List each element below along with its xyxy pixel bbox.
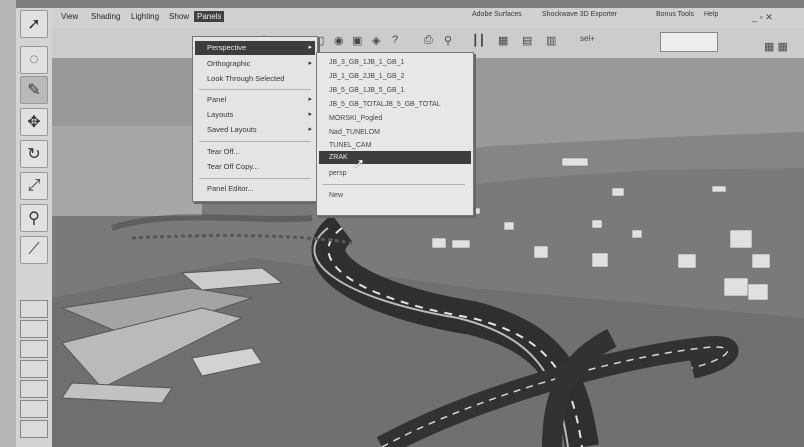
submenu-arrow-icon: ▸	[308, 96, 312, 103]
menu-separator	[199, 141, 311, 142]
paint-icon[interactable]: ✎	[20, 76, 48, 104]
camera-item[interactable]: Nad_TUNELOM	[329, 129, 380, 136]
outliner-icon[interactable]: ▥	[546, 34, 556, 47]
camera-icon[interactable]: ⎙	[424, 34, 433, 47]
graph-icon[interactable]: ▦	[498, 34, 508, 47]
camera-item[interactable]: MORSKI_Pogled	[329, 115, 382, 122]
move-icon[interactable]: ✥	[20, 108, 48, 136]
layout-stack-icon[interactable]	[20, 380, 48, 398]
submenu-arrow-icon: ▸	[308, 60, 312, 67]
layout-outliner-icon[interactable]	[20, 400, 48, 418]
layout-quad-icon[interactable]	[20, 320, 48, 338]
menu-help[interactable]: Help	[704, 11, 718, 18]
manipulator-icon[interactable]: ⚲	[20, 204, 48, 232]
select-arrow-icon[interactable]: ➚	[20, 10, 48, 38]
window-controls-icon[interactable]: _ ▫ ✕	[752, 12, 773, 23]
measure-icon[interactable]: ⟋	[20, 236, 48, 264]
menu-separator	[323, 184, 465, 185]
menu-item-saved-layouts[interactable]: Saved Layouts	[207, 125, 257, 134]
menu-bonus-tools[interactable]: Bonus Tools	[656, 11, 694, 18]
camera-item[interactable]: JB_1_GB_2JB_1_GB_2	[329, 73, 405, 80]
menu-separator	[199, 89, 311, 90]
camera-item[interactable]: JB_3_GB_1JB_1_GB_1	[329, 59, 405, 66]
scale-icon[interactable]: ⤢	[20, 172, 48, 200]
monitor-bezel	[0, 0, 16, 447]
selection-input[interactable]	[660, 32, 718, 52]
history-icon[interactable]: ◉	[334, 34, 344, 47]
layout-single-icon[interactable]	[20, 300, 48, 318]
panel-layout-icon[interactable]: ▦ ▦	[764, 40, 788, 53]
panels-menu: Perspective ▸ Orthographic ▸ Look Throug…	[192, 36, 318, 202]
camera-item-selected[interactable]: ZRAK	[329, 154, 348, 161]
menu-item-perspective[interactable]: Perspective	[207, 43, 246, 52]
help-question-icon[interactable]: ?	[392, 34, 398, 46]
layout-graph-icon[interactable]	[20, 420, 48, 438]
toolbox: ➚ ◌ ✎ ✥ ↻ ⤢ ⚲ ⟋	[16, 8, 53, 447]
mouse-cursor-icon: ➚	[353, 155, 365, 171]
menu-panels[interactable]: Panels	[194, 11, 225, 22]
menu-view[interactable]: View	[58, 11, 81, 22]
menu-item-tear-off[interactable]: Tear Off...	[207, 147, 240, 156]
lasso-icon[interactable]: ◌	[20, 46, 48, 74]
menu-item-orthographic[interactable]: Orthographic	[207, 59, 250, 68]
layout-side-icon[interactable]	[20, 360, 48, 378]
ipr-icon[interactable]: ◈	[372, 34, 380, 47]
new-camera-item[interactable]: New	[329, 192, 343, 199]
menu-item-panel[interactable]: Panel	[207, 95, 226, 104]
submenu-arrow-icon: ▸	[308, 126, 312, 133]
channel-box-icon[interactable]: ┃┃	[472, 34, 485, 47]
submenu-arrow-icon: ▸	[308, 44, 312, 51]
render-icon[interactable]: ▣	[352, 34, 362, 47]
menu-item-panel-editor[interactable]: Panel Editor...	[207, 184, 254, 193]
submenu-arrow-icon: ▸	[308, 111, 312, 118]
menu-item-look-through-selected[interactable]: Look Through Selected	[207, 74, 284, 83]
field-prefix: sel+	[580, 34, 595, 43]
menu-lighting[interactable]: Lighting	[128, 11, 162, 22]
app-window: ➚ ◌ ✎ ✥ ↻ ⤢ ⚲ ⟋ View Shading Lighting Sh…	[0, 0, 804, 447]
camera-item[interactable]: JB_5_GB_TOTALJB_5_GB_TOTAL	[329, 101, 441, 108]
menu-show[interactable]: Show	[166, 11, 192, 22]
menu-separator	[199, 178, 311, 179]
menu-item-tear-off-copy[interactable]: Tear Off Copy...	[207, 162, 259, 171]
layout-two-icon[interactable]	[20, 340, 48, 358]
camera-item[interactable]: TUNEL_CAM	[329, 142, 371, 149]
attribute-icon[interactable]: ▤	[522, 34, 532, 47]
menu-item-layouts[interactable]: Layouts	[207, 110, 233, 119]
menu-shading[interactable]: Shading	[88, 11, 123, 22]
perspective-submenu: JB_3_GB_1JB_1_GB_1 JB_1_GB_2JB_1_GB_2 JB…	[316, 52, 474, 216]
menu-adobe-surfaces[interactable]: Adobe Surfaces	[472, 11, 522, 18]
camera-item[interactable]: persp	[329, 170, 347, 177]
zoom-icon[interactable]: ⚲	[444, 34, 452, 47]
rotate-icon[interactable]: ↻	[20, 140, 48, 168]
camera-item[interactable]: JB_5_GB_1JB_5_GB_1	[329, 87, 405, 94]
menu-shockwave-exporter[interactable]: Shockwave 3D Exporter	[542, 11, 617, 18]
